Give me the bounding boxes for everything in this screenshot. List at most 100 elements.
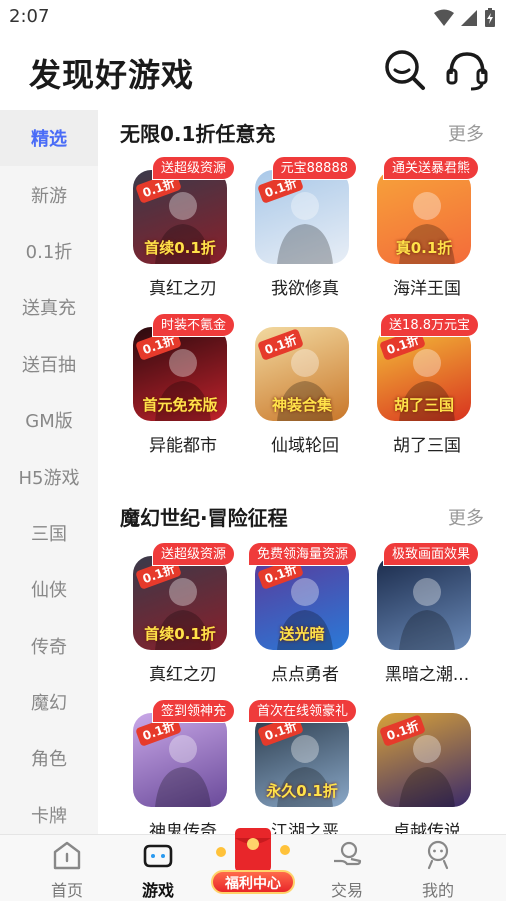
tab-label: 交易: [330, 881, 363, 900]
sidebar-item-featured[interactable]: 精选: [0, 110, 98, 167]
sidebar-item-h5[interactable]: H5游戏: [0, 448, 98, 504]
game-icon-image: 真0.1折: [377, 170, 471, 264]
artwork-caption: 胡了三国: [393, 396, 454, 414]
welfare-center-button[interactable]: 福利中心: [207, 822, 299, 898]
game-card[interactable]: 0.1折 神装合集仙域轮回: [241, 313, 351, 456]
promo-tag: 通关送暴君熊: [382, 156, 479, 180]
artwork-caption: 真0.1折: [395, 239, 453, 257]
promo-tag: 免费领海量资源: [247, 542, 357, 566]
game-name: 真红之刃: [149, 665, 217, 685]
promo-tag: 送超级资源: [151, 542, 235, 566]
tab-profile[interactable]: 我的: [398, 835, 478, 901]
promo-tag: 时装不氪金: [151, 313, 235, 337]
page-title: 发现好游戏: [29, 56, 195, 94]
signal-icon: [461, 10, 477, 26]
profile-icon: [427, 840, 449, 870]
game-name: 海洋王国: [393, 279, 461, 299]
section-title: 无限0.1折任意充: [120, 122, 276, 146]
tab-games[interactable]: 游戏: [118, 835, 198, 901]
game-card[interactable]: 极致画面效果黑暗之潮...: [363, 542, 479, 685]
tab-label: 游戏: [141, 881, 174, 900]
sidebar-item-new[interactable]: 新游: [0, 166, 98, 222]
game-icon-image: 0.1折: [255, 170, 349, 264]
artwork-caption: 永久0.1折: [266, 782, 338, 800]
sidebar-item-gm[interactable]: GM版: [0, 392, 98, 448]
section-header: 魔幻世纪·冒险征程 更多: [120, 498, 486, 538]
game-card[interactable]: 0.1折 胡了三国 送18.8万元宝胡了三国: [363, 313, 479, 456]
game-name: 胡了三国: [393, 436, 461, 456]
game-name: 我欲修真: [271, 279, 339, 299]
section-header: 无限0.1折任意充 更多: [120, 114, 486, 154]
game-card[interactable]: 0.1折 首续0.1折 送超级资源真红之刃: [119, 156, 235, 299]
game-icon-image: 0.1折: [133, 713, 227, 807]
game-name: 黑暗之潮...: [384, 665, 470, 685]
home-icon: [53, 841, 81, 870]
game-name: 真红之刃: [149, 279, 217, 299]
game-icon-image: 0.1折 永久0.1折: [255, 713, 349, 807]
sidebar-item-xianxia[interactable]: 仙侠: [0, 561, 98, 617]
sidebar-item-discount[interactable]: 0.1折: [0, 223, 98, 279]
status-icons: [434, 8, 496, 28]
artwork-caption: 首续0.1折: [144, 239, 216, 257]
section-title: 魔幻世纪·冒险征程: [120, 506, 288, 530]
sidebar-item-card[interactable]: 卡牌: [0, 787, 98, 834]
tab-home[interactable]: 首页: [27, 835, 107, 901]
promo-tag: 送18.8万元宝: [380, 313, 479, 337]
game-card[interactable]: 0.1折 永久0.1折 首次在线领豪礼 江湖之恶: [241, 699, 357, 834]
game-card[interactable]: 0.1折 首元免充版 时装不氪金异能都市: [119, 313, 235, 456]
game-artwork: [399, 578, 455, 650]
game-name: 异能都市: [149, 436, 217, 456]
sidebar-item-rpg[interactable]: 角色: [0, 730, 98, 786]
game-icon-image: 0.1折 首元免充版: [133, 327, 227, 421]
game-card[interactable]: 0.1折 送光暗 免费领海量资源点点勇者: [241, 542, 357, 685]
artwork-caption: 首元免充版: [142, 396, 218, 414]
category-sidebar: 精选 新游 0.1折 送真充 送百抽 GM版 H5游戏 三国 仙侠 传奇 魔幻 …: [0, 110, 98, 834]
game-icon-image: [377, 556, 471, 650]
headset-icon: [446, 52, 488, 91]
status-bar: 2:07: [0, 0, 506, 34]
game-icon-image: 0.1折 送光暗: [255, 556, 349, 650]
game-list: 无限0.1折任意充 更多 魔幻世纪·冒险征程 更多 0.1折 首续0.1折 送超级资…: [98, 110, 506, 834]
promo-tag: 签到领神充: [151, 699, 235, 723]
sidebar-item-fantasy[interactable]: 魔幻: [0, 674, 98, 730]
status-time: 2:07: [9, 6, 50, 27]
wifi-icon: [434, 9, 454, 26]
game-card[interactable]: 0.1折 首续0.1折 送超级资源真红之刃: [119, 542, 235, 685]
battery-icon: [485, 8, 495, 27]
more-link[interactable]: 更多: [448, 120, 484, 146]
sidebar-item-real-recharge[interactable]: 送真充: [0, 279, 98, 335]
customer-service-button[interactable]: [445, 48, 489, 92]
artwork-caption: 神装合集: [271, 396, 332, 414]
more-link[interactable]: 更多: [448, 504, 484, 530]
gamepad-icon: [143, 844, 173, 868]
welfare-center-label: 福利中心: [211, 870, 295, 894]
artwork-caption: 首续0.1折: [144, 625, 216, 643]
promo-tag: 首次在线领豪礼: [247, 699, 357, 723]
game-card[interactable]: 0.1折卓越传说: [363, 699, 473, 834]
game-card[interactable]: 真0.1折 通关送暴君熊海洋王国: [363, 156, 479, 299]
search-button[interactable]: [383, 48, 427, 92]
promo-tag: 送超级资源: [151, 156, 235, 180]
game-icon-image: 0.1折 首续0.1折: [133, 170, 227, 264]
game-name: 点点勇者: [271, 665, 339, 685]
game-name: 仙域轮回: [271, 436, 339, 456]
trade-icon: [334, 841, 362, 866]
game-icon-image: 0.1折 首续0.1折: [133, 556, 227, 650]
artwork-caption: 送光暗: [279, 625, 325, 643]
promo-tag: 极致画面效果: [382, 542, 479, 566]
game-icon-image: 0.1折 胡了三国: [377, 327, 471, 421]
game-name: 卓越传说: [393, 822, 461, 834]
game-card[interactable]: 0.1折 元宝88888 我欲修真: [241, 156, 357, 299]
tab-label: 我的: [421, 881, 454, 900]
promo-tag: 元宝88888: [271, 156, 357, 180]
tab-label: 首页: [50, 881, 83, 900]
sidebar-item-hundred-draws[interactable]: 送百抽: [0, 336, 98, 392]
tab-trade[interactable]: 交易: [307, 835, 387, 901]
game-icon-image: 0.1折 神装合集: [255, 327, 349, 421]
header: 发现好游戏: [0, 34, 506, 110]
search-icon: [385, 50, 425, 90]
sidebar-item-three-kingdoms[interactable]: 三国: [0, 505, 98, 561]
game-icon-image: 0.1折: [377, 713, 471, 807]
game-card[interactable]: 0.1折 签到领神充 神鬼传奇: [119, 699, 235, 834]
sidebar-item-legend[interactable]: 传奇: [0, 618, 98, 674]
